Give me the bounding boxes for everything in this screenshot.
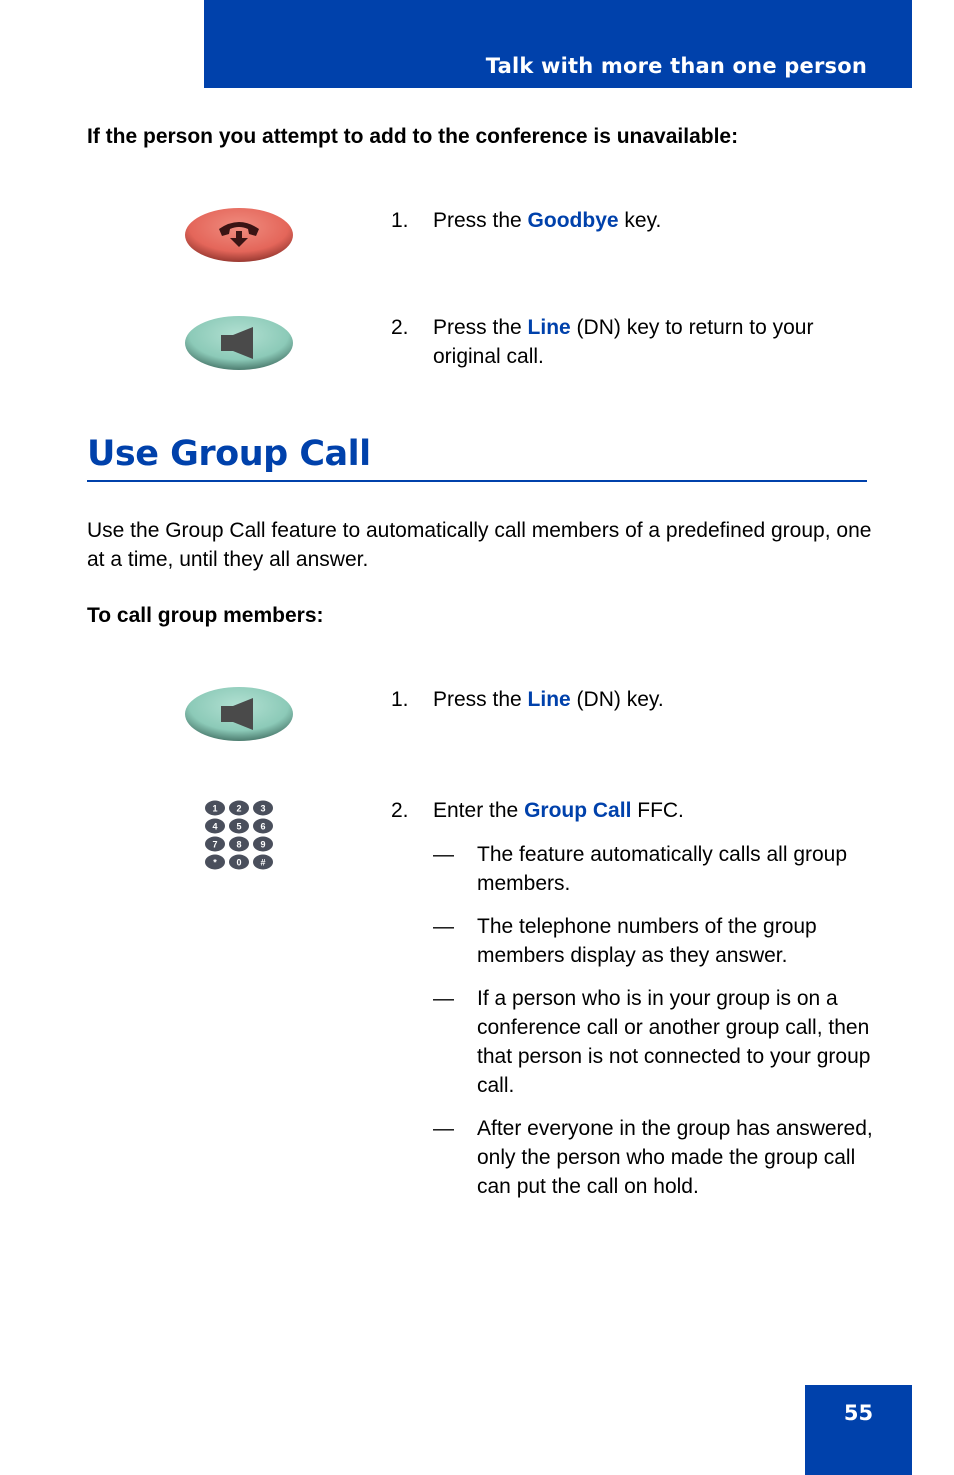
page-number-box: 55 [805, 1385, 912, 1475]
svg-text:5: 5 [236, 822, 241, 832]
dialpad-key: 8 [229, 836, 249, 852]
svg-text:#: # [260, 858, 265, 868]
header-bar: Talk with more than one person [204, 0, 912, 88]
svg-text:3: 3 [260, 804, 265, 814]
svg-text:*: * [213, 858, 217, 868]
group-call-label: Group Call [524, 799, 632, 822]
note-item: — The telephone numbers of the group memb… [433, 915, 817, 967]
notes-list: — The feature automatically calls all gro… [433, 840, 873, 1215]
dialpad-key: 2 [229, 800, 249, 816]
group-step-2: 2. Enter the Group Call FFC. [391, 799, 684, 822]
svg-text:7: 7 [212, 840, 217, 850]
note-item: — The feature automatically calls all gro… [433, 843, 848, 895]
dialpad-key: 1 [205, 800, 225, 816]
svg-text:9: 9 [260, 840, 265, 850]
group-step-1: 1. Press the Line (DN) key. [391, 688, 664, 711]
chapter-title: Talk with more than one person [485, 54, 867, 78]
note-item: — After everyone in the group has answere… [433, 1117, 873, 1198]
page-number: 55 [843, 1401, 874, 1425]
group-subheading: To call group members: [87, 604, 324, 627]
svg-text:0: 0 [236, 858, 241, 868]
unavailable-step-2: 2. Press the Line (DN) key to return to … [391, 316, 814, 368]
goodbye-key-icon [185, 208, 293, 262]
line-key-icon [185, 316, 293, 370]
dialpad-key: # [253, 854, 273, 870]
svg-text:8: 8 [236, 840, 241, 850]
section-divider [87, 480, 867, 482]
section-description: Use the Group Call feature to automatica… [87, 519, 872, 571]
dialpad-key: 0 [229, 854, 249, 870]
dialpad-key: 5 [229, 818, 249, 834]
section-title: Use Group Call [87, 434, 371, 474]
svg-text:1: 1 [212, 804, 217, 814]
line-key-label: Line [527, 688, 571, 711]
svg-text:2: 2 [236, 804, 241, 814]
svg-text:4: 4 [212, 822, 217, 832]
dialpad-key: 6 [253, 818, 273, 834]
svg-text:6: 6 [260, 822, 265, 832]
line-key-icon [185, 687, 293, 741]
dialpad-icon: 1 2 3 4 5 6 7 8 9 * 0 # [205, 800, 273, 870]
dialpad-key: 3 [253, 800, 273, 816]
unavailable-heading: If the person you attempt to add to the … [87, 125, 739, 148]
unavailable-step-1: 1. Press the Goodbye key. [391, 209, 662, 232]
dialpad-key: 7 [205, 836, 225, 852]
goodbye-key-label: Goodbye [527, 209, 619, 232]
dialpad-key: 9 [253, 836, 273, 852]
dialpad-key: * [205, 854, 225, 870]
line-key-label: Line [527, 316, 571, 339]
dialpad-key: 4 [205, 818, 225, 834]
note-item: — If a person who is in your group is on … [433, 987, 871, 1097]
